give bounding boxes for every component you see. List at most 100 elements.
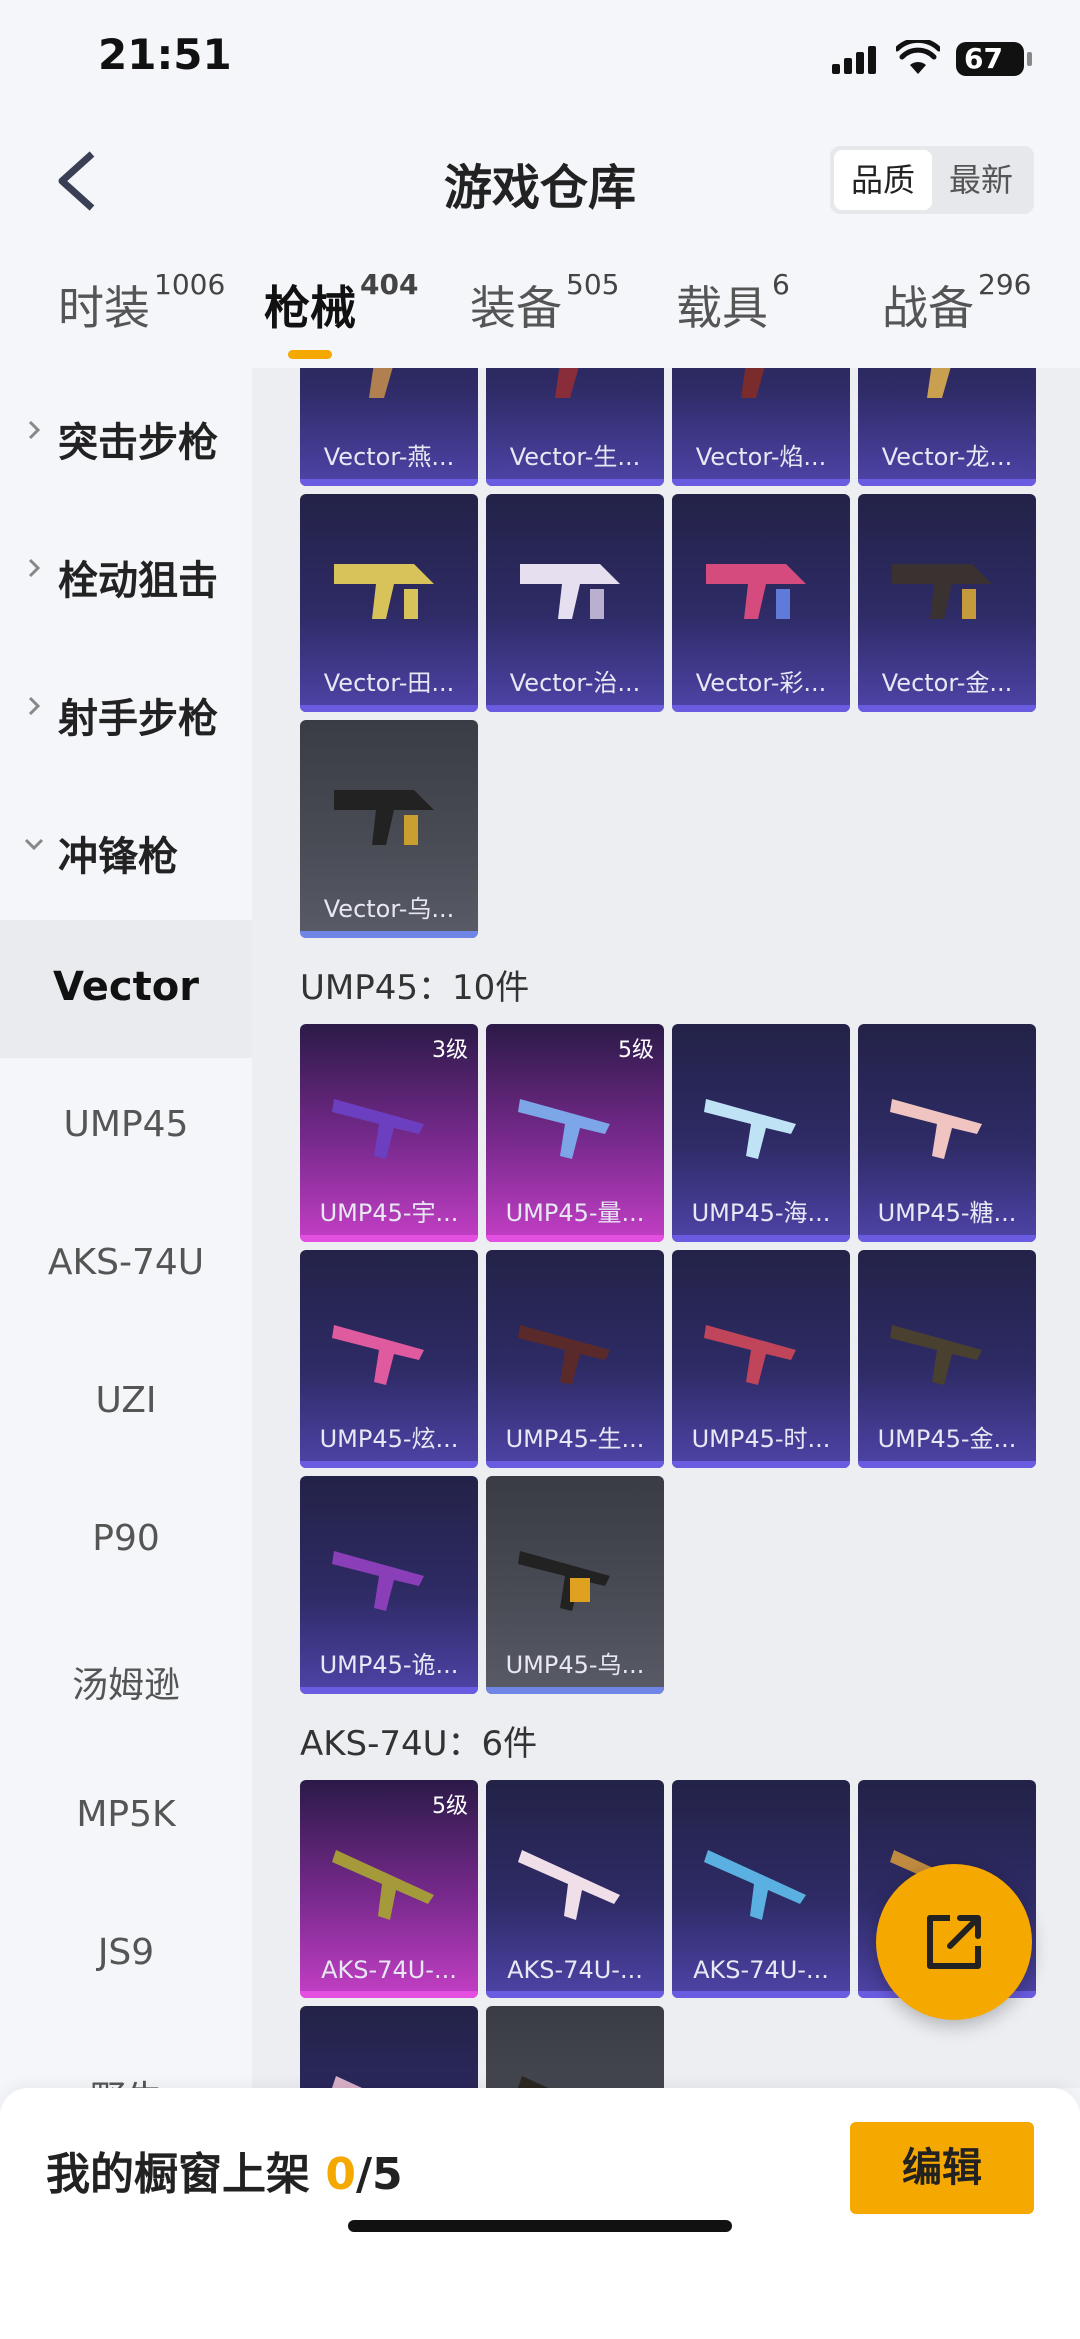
item-name: Vector-彩... bbox=[695, 669, 827, 697]
item-card[interactable]: AKS-74U-... bbox=[672, 1780, 850, 1998]
item-tier-badge: 3级 bbox=[432, 1038, 468, 1063]
sidebar-item-ump45[interactable]: UMP45 bbox=[0, 1058, 252, 1196]
item-card[interactable]: AKS-74U-... bbox=[486, 1780, 664, 1998]
rarity-bar bbox=[486, 705, 664, 712]
item-name: Vector-田... bbox=[323, 669, 455, 697]
item-card[interactable]: 5级 AKS-74U-... bbox=[300, 1780, 478, 1998]
sidebar-item-thompson[interactable]: 汤姆逊 bbox=[0, 1610, 252, 1748]
item-name: Vector-治... bbox=[509, 669, 641, 697]
rifle-skin-icon bbox=[332, 2076, 363, 2088]
sidebar-item-label: P90 bbox=[92, 1518, 160, 1559]
item-card[interactable]: Vector-彩... bbox=[672, 494, 850, 712]
share-icon bbox=[927, 1915, 981, 1969]
sidebar-group-assault-rifle[interactable]: 突击步枪 bbox=[0, 368, 252, 506]
item-card[interactable]: Vector-龙... bbox=[858, 368, 1036, 486]
smg-skin-icon bbox=[704, 1099, 796, 1159]
item-card[interactable]: Vector-焰... bbox=[672, 368, 850, 486]
rarity-bar bbox=[486, 479, 664, 486]
sort-by-quality-button[interactable]: 品质 bbox=[834, 150, 932, 210]
item-tier-badge: 5级 bbox=[618, 1038, 654, 1063]
sidebar-group-bolt-sniper[interactable]: 栓动狙击 bbox=[0, 506, 252, 644]
item-card[interactable] bbox=[300, 2006, 478, 2088]
item-card[interactable] bbox=[486, 2006, 664, 2088]
rarity-bar bbox=[672, 705, 850, 712]
sidebar-item-label: 野牛 bbox=[0, 2070, 252, 2088]
rarity-bar bbox=[486, 1687, 664, 1694]
sidebar-group-smg[interactable]: 冲锋枪 bbox=[0, 782, 252, 920]
item-card[interactable]: 5级 UMP45-量... bbox=[486, 1024, 664, 1242]
smg-skin-icon bbox=[555, 368, 579, 398]
item-card[interactable]: UMP45-诡... bbox=[300, 1476, 478, 1694]
item-card[interactable]: UMP45-糖... bbox=[858, 1024, 1036, 1242]
item-card[interactable]: Vector-燕... bbox=[300, 368, 478, 486]
tab-count: 6 bbox=[772, 268, 790, 301]
smg-skin-icon bbox=[332, 1325, 424, 1385]
edit-button[interactable]: 编辑 bbox=[850, 2122, 1034, 2214]
tab-label: 装备 bbox=[470, 281, 562, 335]
sidebar-item-p90[interactable]: P90 bbox=[0, 1472, 252, 1610]
rarity-bar bbox=[672, 479, 850, 486]
sidebar-group-label: 突击步枪 bbox=[58, 420, 218, 466]
item-card[interactable]: Vector-治... bbox=[486, 494, 664, 712]
tab-firearms[interactable]: 枪械 404 bbox=[264, 268, 418, 338]
sidebar-group-marksman-rifle[interactable]: 射手步枪 bbox=[0, 644, 252, 782]
section-title-aks74u: AKS-74U：6件 bbox=[300, 1724, 538, 1764]
weapon-type-sidebar: 突击步枪 栓动狙击 射手步枪 冲锋枪 Vector UMP45 AKS-74U … bbox=[0, 368, 252, 2088]
sidebar-group-label: 栓动狙击 bbox=[58, 558, 218, 604]
rarity-bar bbox=[486, 1991, 664, 1998]
tab-equipment[interactable]: 装备 505 bbox=[470, 268, 619, 338]
item-card[interactable]: UMP45-乌... bbox=[486, 1476, 664, 1694]
tab-vehicles[interactable]: 载具 6 bbox=[676, 268, 790, 338]
item-name: UMP45-宇... bbox=[319, 1199, 459, 1227]
item-name: AKS-74U-... bbox=[693, 1956, 829, 1984]
tab-outfits[interactable]: 时装 1006 bbox=[58, 268, 225, 338]
showcase-total: /5 bbox=[355, 2149, 403, 2200]
item-card[interactable]: Vector-乌... bbox=[300, 720, 478, 938]
rarity-bar bbox=[300, 1687, 478, 1694]
item-tier-badge: 5级 bbox=[432, 1794, 468, 1819]
item-card[interactable]: Vector-生... bbox=[486, 368, 664, 486]
item-name: UMP45-生... bbox=[505, 1425, 645, 1453]
tab-count: 404 bbox=[360, 268, 419, 301]
sidebar-item-label: 汤姆逊 bbox=[71, 1665, 180, 1706]
smg-skin-icon bbox=[518, 1099, 610, 1159]
showcase-text: 我的橱窗上架 bbox=[46, 2149, 326, 2200]
item-name: UMP45-乌... bbox=[505, 1651, 645, 1679]
item-card[interactable]: Vector-田... bbox=[300, 494, 478, 712]
sidebar-item-aks74u[interactable]: AKS-74U bbox=[0, 1196, 252, 1334]
item-card[interactable]: Vector-金... bbox=[858, 494, 1036, 712]
category-tabs: 时装 1006 枪械 404 装备 505 载具 6 战备 296 bbox=[0, 250, 1080, 368]
rarity-bar bbox=[672, 1991, 850, 1998]
item-card[interactable]: UMP45-生... bbox=[486, 1250, 664, 1468]
sort-by-newest-button[interactable]: 最新 bbox=[932, 150, 1030, 210]
tab-supplies[interactable]: 战备 296 bbox=[882, 268, 1031, 338]
item-name: Vector-乌... bbox=[323, 895, 455, 923]
item-name: Vector-生... bbox=[509, 443, 641, 471]
page-header: 游戏仓库 品质 最新 bbox=[0, 120, 1080, 240]
item-card[interactable]: UMP45-海... bbox=[672, 1024, 850, 1242]
sidebar-item-mp5k[interactable]: MP5K bbox=[0, 1748, 252, 1886]
rarity-bar bbox=[486, 1235, 664, 1242]
rarity-bar bbox=[672, 1461, 850, 1468]
item-name: Vector-金... bbox=[881, 669, 1013, 697]
sidebar-item-uzi[interactable]: UZI bbox=[0, 1334, 252, 1472]
tab-count: 296 bbox=[978, 268, 1032, 301]
item-grid: Vector-燕... Vector-生... Vector-焰... Vect… bbox=[252, 368, 1080, 2088]
rarity-bar bbox=[300, 1461, 478, 1468]
item-name: UMP45-海... bbox=[691, 1199, 831, 1227]
sidebar-item-vector[interactable]: Vector bbox=[0, 920, 252, 1058]
item-card[interactable]: UMP45-时... bbox=[672, 1250, 850, 1468]
item-card[interactable]: UMP45-炫... bbox=[300, 1250, 478, 1468]
item-name: Vector-龙... bbox=[881, 443, 1013, 471]
item-card[interactable]: 3级 UMP45-宇... bbox=[300, 1024, 478, 1242]
smg-skin-icon bbox=[520, 564, 620, 619]
rarity-bar bbox=[858, 705, 1036, 712]
rarity-bar bbox=[672, 1235, 850, 1242]
item-name: Vector-燕... bbox=[323, 443, 455, 471]
sidebar-item-bizon[interactable]: 野牛 bbox=[0, 2024, 252, 2088]
sidebar-group-label: 射手步枪 bbox=[58, 696, 218, 742]
home-indicator[interactable] bbox=[348, 2220, 732, 2232]
sidebar-item-js9[interactable]: JS9 bbox=[0, 1886, 252, 2024]
item-card[interactable]: UMP45-金... bbox=[858, 1250, 1036, 1468]
share-button[interactable] bbox=[876, 1864, 1032, 2020]
